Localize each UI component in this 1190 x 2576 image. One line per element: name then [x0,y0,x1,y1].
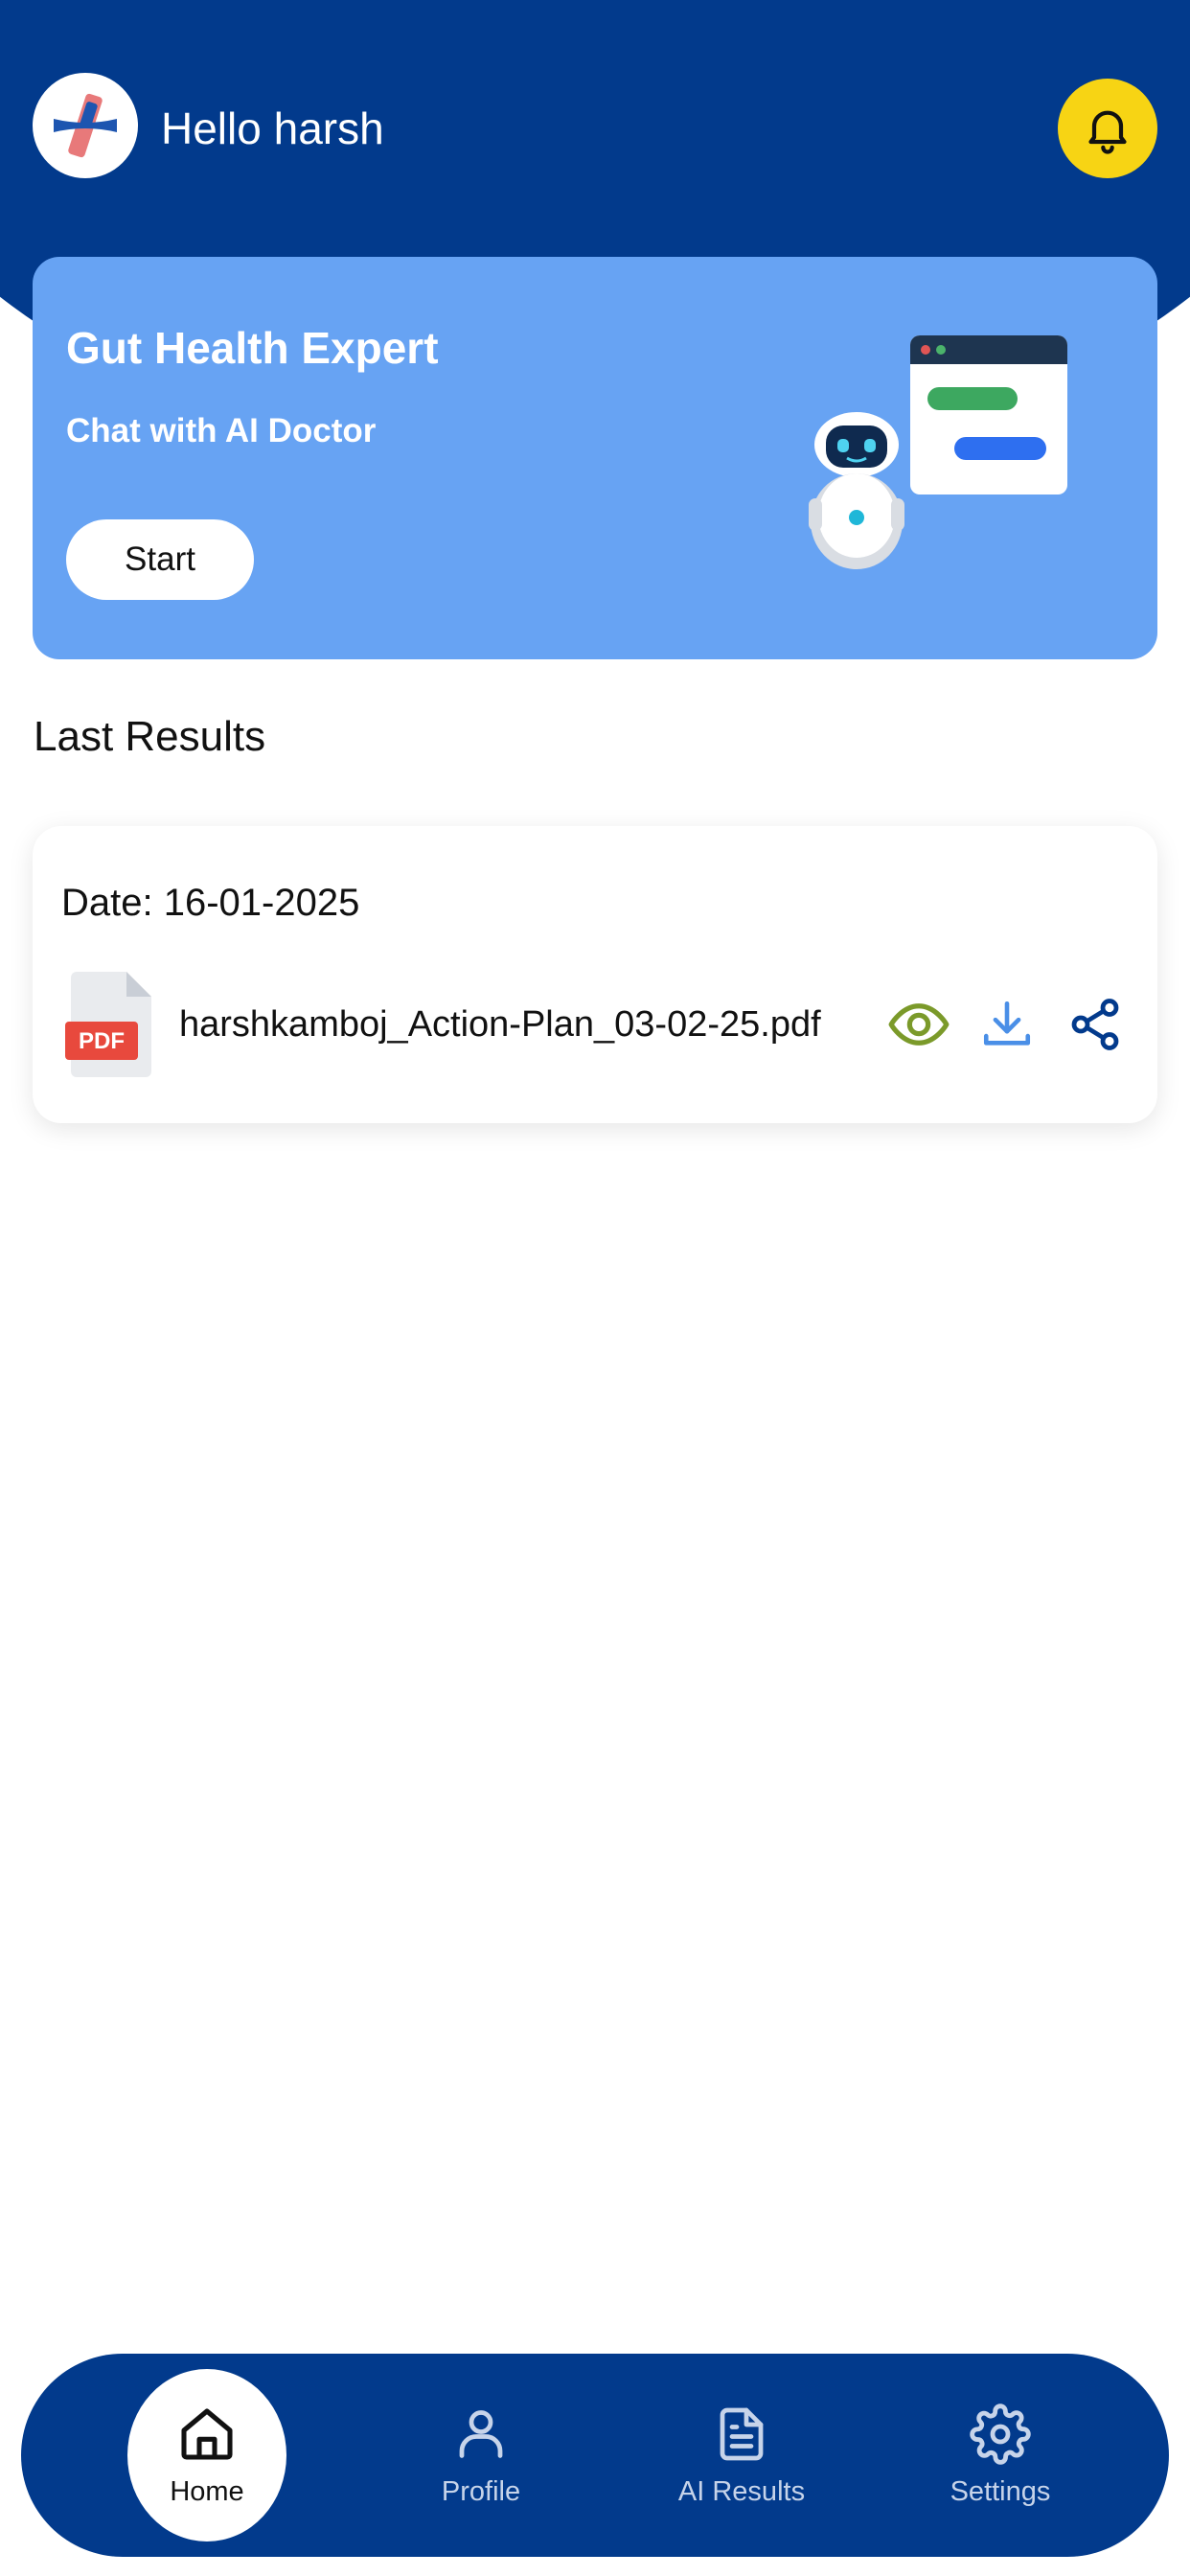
download-file-button[interactable] [973,991,1041,1058]
home-screen: Hello harsh Gut Health Expert Chat with … [0,0,1190,2576]
user-icon [459,2409,503,2458]
header: Hello harsh [0,0,1190,259]
app-logo [33,73,138,178]
share-file-button[interactable] [1062,991,1129,1058]
pdf-file-icon: PDF [65,972,151,1077]
greeting-text: Hello harsh [161,104,384,153]
ai-doctor-banner: Gut Health Expert Chat with AI Doctor St… [33,257,1157,659]
nav-settings[interactable]: Settings [909,2354,1091,2557]
result-card: Date: 16-01-2025 PDF harshkamboj_Action-… [33,826,1157,1123]
nav-ai-results-label: AI Results [677,2475,806,2507]
bottom-navigation: Home Profile AI Results Settings [21,2354,1169,2557]
medical-cross-logo-icon [54,93,117,158]
start-chat-button[interactable]: Start [66,519,254,600]
nav-home-label: Home [170,2475,244,2507]
result-date: Date: 16-01-2025 [61,882,360,924]
document-icon [720,2407,764,2460]
nav-settings-label: Settings [950,2475,1051,2507]
banner-subtitle: Chat with AI Doctor [66,412,377,449]
bell-icon [1088,110,1127,154]
notification-button[interactable] [1058,79,1157,178]
eye-icon [888,1003,950,1046]
share-icon [1071,999,1119,1050]
view-file-button[interactable] [885,991,952,1058]
gear-icon [970,2403,1031,2465]
banner-title: Gut Health Expert [66,323,439,373]
home-icon [181,2407,233,2460]
robot-chat-illustration [809,335,1077,585]
nav-home[interactable]: Home [127,2354,309,2557]
nav-ai-results[interactable]: AI Results [651,2354,833,2557]
last-results-heading: Last Results [34,713,266,760]
pdf-badge-text: PDF [79,1028,125,1054]
file-name: harshkamboj_Action-Plan_03-02-25.pdf [179,1004,821,1045]
download-icon [983,1000,1031,1046]
nav-profile-label: Profile [441,2475,521,2507]
nav-profile[interactable]: Profile [390,2354,572,2557]
